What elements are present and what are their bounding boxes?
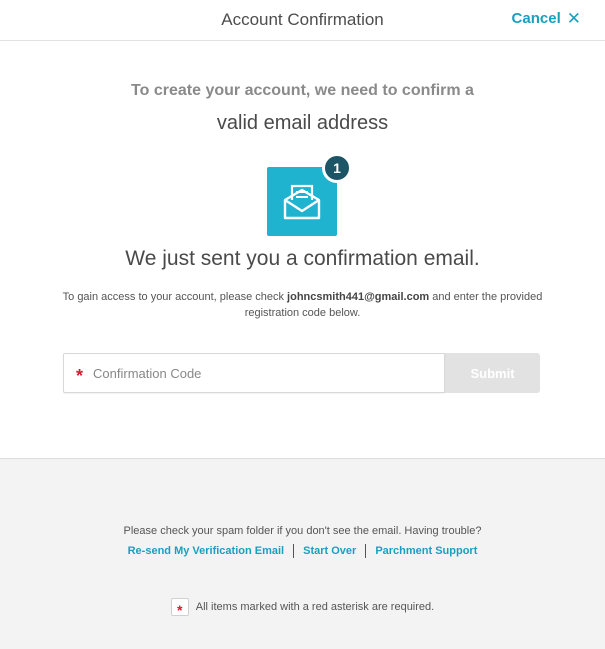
intro-subheading: valid email address: [216, 112, 389, 134]
cancel-label: Cancel: [511, 10, 561, 27]
required-asterisk-marker: *: [177, 601, 183, 618]
main-content: To create your account, we need to confi…: [0, 41, 605, 458]
cancel-button[interactable]: Cancel ✕: [512, 10, 581, 27]
instructions-before: To gain access to your account, please c…: [62, 291, 288, 303]
close-icon: ✕: [566, 9, 581, 28]
confirmation-code-input[interactable]: [93, 365, 394, 381]
help-links: Re-send My Verification Email Start Over…: [0, 544, 605, 558]
instructions-text: To gain access to your account, please c…: [60, 289, 545, 321]
required-note-text: All items marked with a red asterisk are…: [195, 601, 435, 613]
confirmation-form: * Submit: [63, 353, 540, 393]
footer: Please check your spam folder if you don…: [0, 458, 605, 649]
confirmation-code-field[interactable]: *: [63, 353, 445, 393]
confirmation-heading: We just sent you a confirmation email.: [125, 247, 480, 270]
resend-verification-link[interactable]: Re-send My Verification Email: [119, 545, 294, 557]
start-over-link[interactable]: Start Over: [294, 545, 365, 557]
required-fields-note: * All items marked with a red asterisk a…: [0, 598, 605, 618]
required-asterisk-icon: *: [170, 598, 189, 618]
submit-button[interactable]: Submit: [445, 353, 540, 393]
parchment-support-link[interactable]: Parchment Support: [366, 545, 486, 557]
header-bar: Account Confirmation Cancel ✕: [0, 0, 605, 41]
required-asterisk-icon: *: [76, 365, 84, 386]
spam-note: Please check your spam folder if you don…: [123, 525, 482, 537]
notification-badge: 1: [322, 153, 352, 183]
user-email: johncsmith441@gmail.com: [287, 291, 430, 303]
intro-text: To create your account, we need to confi…: [131, 82, 474, 99]
